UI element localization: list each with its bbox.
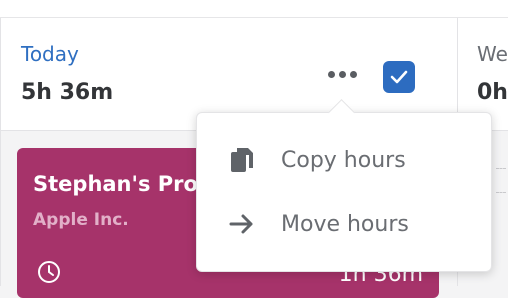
menu-item-label: Copy hours bbox=[281, 147, 406, 173]
more-dot bbox=[338, 70, 346, 78]
copy-icon bbox=[231, 148, 253, 172]
day-name-today: Today bbox=[21, 42, 79, 66]
more-options-button[interactable] bbox=[320, 56, 364, 92]
day-total-next: 0h bbox=[477, 80, 508, 105]
more-dot bbox=[327, 70, 335, 78]
more-dot bbox=[349, 70, 357, 78]
day-complete-checkbox[interactable] bbox=[383, 61, 415, 93]
menu-item-copy-hours[interactable]: Copy hours bbox=[197, 132, 493, 188]
top-strip bbox=[0, 0, 508, 18]
arrow-right-icon bbox=[229, 214, 253, 234]
menu-item-move-hours[interactable]: Move hours bbox=[197, 196, 493, 252]
entry-client-name: Apple Inc. bbox=[33, 210, 129, 230]
entry-project-name: Stephan's Pro bbox=[33, 172, 198, 196]
divider bbox=[496, 192, 506, 193]
options-popover-menu: Copy hours Move hours bbox=[196, 112, 492, 272]
divider bbox=[496, 168, 506, 169]
day-total-today: 5h 36m bbox=[21, 80, 114, 105]
checkmark-icon bbox=[390, 70, 408, 84]
clock-icon bbox=[38, 261, 60, 283]
menu-item-label: Move hours bbox=[281, 211, 409, 237]
day-name-next: We bbox=[477, 42, 508, 66]
